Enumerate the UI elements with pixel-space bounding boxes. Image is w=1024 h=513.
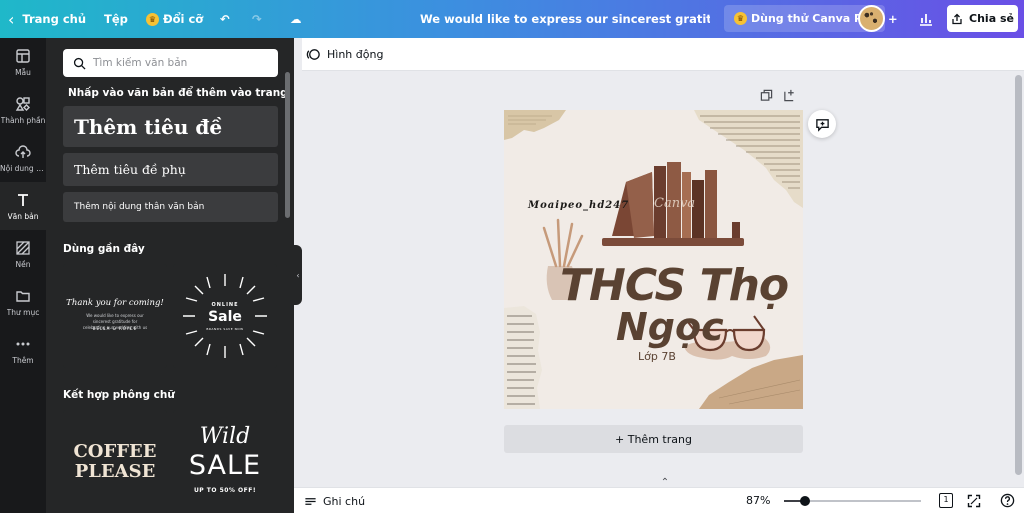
design-watermark: Canva bbox=[654, 196, 696, 211]
cloud-saved-icon[interactable]: ☁ bbox=[290, 0, 302, 38]
rail-label: Nền bbox=[15, 259, 31, 269]
insights-icon[interactable] bbox=[918, 11, 934, 27]
thumb-line: Thank you for coming! bbox=[66, 298, 164, 308]
share-label: Chia sẻ bbox=[969, 12, 1014, 25]
zoom-slider-handle[interactable] bbox=[799, 496, 810, 506]
canvas-scrollbar[interactable] bbox=[1013, 71, 1024, 487]
thumb-line: ONLINE bbox=[211, 302, 239, 308]
rail-item-uploads[interactable]: Nội dung tải lên bbox=[0, 134, 46, 182]
home-button[interactable]: ‹ Trang chủ bbox=[8, 0, 86, 38]
upload-icon bbox=[15, 144, 31, 158]
elements-icon bbox=[15, 96, 30, 111]
recent-template-thank-you[interactable]: Thank you for coming! We would like to e… bbox=[63, 264, 167, 368]
rail-label: Nội dung tải lên bbox=[0, 163, 46, 173]
chevron-left-icon: ‹ bbox=[8, 9, 15, 29]
rail-item-more[interactable]: Thêm bbox=[0, 326, 46, 374]
combo-wild-sale[interactable]: Wild SALE UP TO 50% OFF! bbox=[173, 410, 277, 513]
page-count-button[interactable]: 1 bbox=[939, 493, 953, 508]
thumb-line: Wild bbox=[199, 424, 251, 449]
document-title[interactable]: We would like to express our sincerest g… bbox=[420, 0, 710, 38]
rail-label: Thêm bbox=[12, 355, 34, 365]
search-box[interactable] bbox=[63, 49, 278, 77]
recent-template-online-sale[interactable]: ONLINE Sale BRANDS SAVE NOW bbox=[173, 264, 277, 368]
design-title-line1[interactable]: THCS Thọ bbox=[560, 262, 789, 310]
rail-item-text[interactable]: Văn bản bbox=[0, 182, 46, 230]
resize-label: Đổi cỡ bbox=[163, 12, 204, 26]
add-heading-button[interactable]: Thêm tiêu đề bbox=[63, 106, 278, 147]
panel-scrollbar[interactable] bbox=[285, 72, 290, 218]
rail-item-background[interactable]: Nền bbox=[0, 230, 46, 278]
redo-icon[interactable]: ↷ bbox=[252, 0, 262, 38]
rail-item-elements[interactable]: Thành phần bbox=[0, 86, 46, 134]
avatar[interactable] bbox=[858, 5, 885, 32]
recent-header: Dùng gần đây bbox=[63, 243, 145, 255]
search-icon bbox=[73, 57, 86, 70]
thumb-line: UP TO 50% OFF! bbox=[193, 487, 257, 494]
zoom-value[interactable]: 87% bbox=[746, 488, 770, 513]
text-panel: Nhấp vào văn bản để thêm vào trang Thêm … bbox=[46, 38, 294, 513]
text-icon bbox=[18, 193, 28, 206]
thumb-line: PLEASE bbox=[74, 461, 156, 482]
add-page-button[interactable]: + Thêm trang bbox=[504, 425, 803, 453]
animate-label: Hình động bbox=[327, 48, 384, 61]
left-rail: Mẫu Thành phần Nội dung tải lên Văn bản … bbox=[0, 38, 46, 513]
animate-icon bbox=[306, 49, 320, 60]
rail-label: Thành phần bbox=[0, 115, 46, 125]
add-member-icon[interactable]: + bbox=[888, 0, 898, 38]
collapse-panel-button[interactable]: ‹ bbox=[294, 245, 302, 305]
add-subheading-button[interactable]: Thêm tiêu đề phụ bbox=[63, 153, 278, 186]
top-bar: ‹ Trang chủ Tệp ♛ Đổi cỡ ↶ ↷ ☁ We would … bbox=[0, 0, 1024, 38]
context-toolbar: Hình động bbox=[302, 38, 1024, 71]
design-title-line2[interactable]: Ngọc bbox=[616, 306, 724, 348]
resize-button[interactable]: ♛ Đổi cỡ bbox=[146, 0, 203, 38]
click-hint: Nhấp vào văn bản để thêm vào trang bbox=[68, 87, 288, 99]
file-menu[interactable]: Tệp bbox=[104, 0, 128, 38]
rail-item-folders[interactable]: Thư mục bbox=[0, 278, 46, 326]
design-page[interactable]: Moaipeo_hd247 Canva THCS Thọ Ngọc Lớp 7B bbox=[504, 110, 803, 409]
thumb-line: Sale bbox=[208, 309, 242, 325]
undo-icon[interactable]: ↶ bbox=[220, 0, 230, 38]
zoom-slider[interactable] bbox=[784, 496, 921, 506]
crown-icon: ♛ bbox=[146, 12, 159, 26]
fullscreen-icon[interactable] bbox=[967, 494, 981, 508]
share-button[interactable]: Chia sẻ bbox=[947, 5, 1018, 32]
folder-icon bbox=[16, 290, 30, 302]
template-icon bbox=[16, 48, 30, 63]
add-page-icon[interactable] bbox=[783, 89, 796, 102]
combo-coffee-please[interactable]: COFFEE PLEASE bbox=[63, 410, 167, 513]
animate-button[interactable]: Hình động bbox=[306, 38, 383, 71]
chevron-left-icon: ‹ bbox=[296, 270, 300, 280]
share-icon bbox=[952, 13, 962, 24]
add-comment-button[interactable] bbox=[808, 110, 836, 138]
add-body-text-button[interactable]: Thêm nội dung thân văn bản bbox=[63, 192, 278, 222]
rail-item-templates[interactable]: Mẫu bbox=[0, 38, 46, 86]
help-icon[interactable] bbox=[1000, 493, 1015, 508]
more-icon bbox=[16, 342, 30, 345]
crown-icon: ♛ bbox=[734, 12, 747, 25]
notes-label: Ghi chú bbox=[323, 494, 366, 508]
rail-label: Văn bản bbox=[7, 211, 39, 221]
thumb-line: BRANDS SAVE NOW bbox=[206, 327, 244, 331]
scrollbar-thumb[interactable] bbox=[1015, 75, 1022, 475]
font-combo-header: Kết hợp phông chữ bbox=[63, 389, 175, 401]
duplicate-page-icon[interactable] bbox=[760, 89, 773, 102]
design-class-label[interactable]: Lớp 7B bbox=[638, 350, 676, 363]
page-controls bbox=[760, 89, 796, 102]
rail-label: Mẫu bbox=[15, 67, 31, 77]
home-label: Trang chủ bbox=[22, 12, 87, 26]
thumb-line: SALE bbox=[188, 450, 262, 481]
thumb-line: COFFEE bbox=[73, 441, 157, 462]
bottom-bar: Ghi chú 87% 1 bbox=[294, 487, 1024, 513]
notes-icon bbox=[305, 497, 316, 505]
search-input[interactable] bbox=[93, 57, 273, 69]
rail-label: Thư mục bbox=[6, 307, 40, 317]
thumb-line: BELLA & ROYCE bbox=[92, 326, 138, 331]
background-icon bbox=[16, 240, 30, 255]
try-pro-label: Dùng thử Canva Pro bbox=[751, 12, 876, 25]
design-handle[interactable]: Moaipeo_hd247 bbox=[528, 200, 629, 211]
comment-plus-icon bbox=[815, 118, 829, 132]
notes-button[interactable]: Ghi chú bbox=[304, 488, 365, 513]
